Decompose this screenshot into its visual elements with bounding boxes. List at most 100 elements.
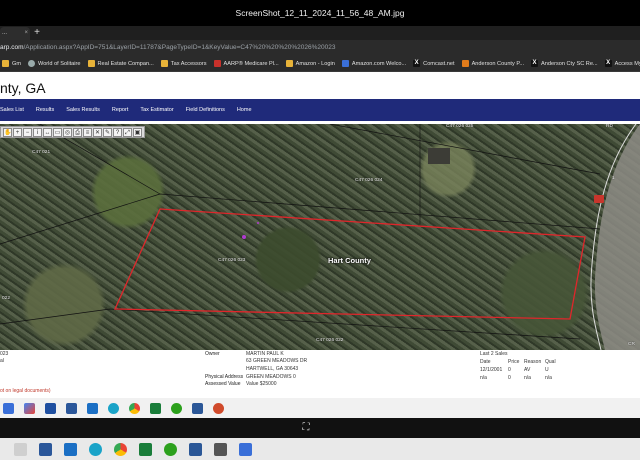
bookmark-label: Tax Accessors: [170, 60, 207, 67]
web-page: nty, GA Sales List Results Sales Results Re…: [0, 72, 640, 398]
bookmark-item[interactable]: X Anderson Cty SC Re...: [531, 60, 598, 67]
help-tool-icon[interactable]: ?: [113, 128, 122, 137]
close-tab-icon[interactable]: ×: [24, 27, 28, 40]
chrome-icon[interactable]: [129, 402, 140, 414]
sales-header-date: Date: [480, 359, 491, 365]
location-point: [242, 235, 246, 239]
physical-address-value: GREEN MEADOWS 0: [246, 374, 296, 380]
url-text[interactable]: arp.com/Application.aspx?AppID=751&Layer…: [0, 42, 335, 54]
owner-address-line2: HARTWELL, GA 30643: [246, 366, 299, 372]
url-path: /Application.aspx?AppID=751&LayerID=1178…: [23, 44, 336, 51]
edge-icon[interactable]: [108, 402, 119, 414]
identify-tool-icon[interactable]: i: [33, 128, 42, 137]
red-icon: [213, 60, 221, 67]
sales-header-reason: Reason: [524, 359, 542, 365]
word-icon[interactable]: [39, 442, 52, 456]
address-bar[interactable]: arp.com/Application.aspx?AppID=751&Layer…: [0, 40, 640, 56]
paint-icon[interactable]: [213, 402, 224, 414]
outlook-icon[interactable]: [87, 402, 98, 414]
bookmark-label: Amazon - Login: [295, 60, 335, 67]
window-icon[interactable]: [214, 442, 227, 456]
assessed-value: Value $25000: [246, 381, 277, 387]
outlook-icon[interactable]: [64, 442, 77, 456]
nav-item[interactable]: Results: [36, 107, 54, 113]
app-icon[interactable]: [192, 402, 203, 414]
bookmark-item[interactable]: Tax Accessors: [160, 60, 207, 67]
site-nav: Sales List Results Sales Results Report Tax …: [0, 99, 640, 121]
bookmark-item[interactable]: AARP® Medicare Pl...: [213, 60, 279, 67]
road-shape: [594, 124, 640, 350]
aerial-map[interactable]: ✋ + − i ↔ ▭ ◎ ⎙ ≡ ✕ ✎ ? ⤢ ▣ C47 026 025 …: [0, 124, 640, 350]
sales-row2-price: 0: [508, 375, 511, 381]
bookmark-item[interactable]: Gm: [2, 60, 21, 67]
class-fragment: al: [0, 358, 4, 364]
quickbooks-icon[interactable]: [164, 442, 177, 456]
parcel-label: C47 026 024: [355, 178, 383, 183]
nav-item[interactable]: Tax Estimator: [140, 107, 173, 113]
measure-tool-icon[interactable]: ↔: [43, 128, 52, 137]
markup-tool-icon[interactable]: ✎: [103, 128, 112, 137]
search-icon[interactable]: [14, 442, 27, 456]
legal-note: ot on legal documents): [0, 388, 51, 394]
bookmark-item[interactable]: XAccess My Account: [604, 60, 640, 67]
new-tab-button[interactable]: +: [31, 26, 43, 40]
bookmark-item[interactable]: Amazon.com Welco...: [341, 60, 406, 67]
sales-row1-price: 0: [508, 367, 511, 373]
bookmark-item[interactable]: Anderson County P...: [461, 60, 524, 67]
sales-title: Last 2 Sales: [480, 351, 508, 357]
print-tool-icon[interactable]: ⎙: [73, 128, 82, 137]
select-tool-icon[interactable]: ▭: [53, 128, 62, 137]
nav-item[interactable]: Report: [112, 107, 129, 113]
assessed-value-label: Assessed Value: [205, 381, 241, 387]
browser-tab[interactable]: ... ×: [0, 27, 30, 40]
parcel-label: C47 026 022: [316, 338, 344, 343]
window-icon[interactable]: [45, 402, 56, 414]
nav-item[interactable]: Field Definitions: [186, 107, 225, 113]
building-roof: [428, 148, 450, 164]
bookmark-item[interactable]: X Comcast.net: [413, 60, 455, 67]
parcel-label: C47 026 023: [218, 258, 246, 263]
bookmark-item[interactable]: Amazon - Login: [285, 60, 335, 67]
clear-tool-icon[interactable]: ✕: [93, 128, 102, 137]
bookmark-item[interactable]: World of Solitaire: [28, 60, 81, 67]
expand-icon[interactable]: ⛶: [300, 422, 312, 434]
app-icon[interactable]: [189, 442, 202, 456]
excel-icon[interactable]: [139, 442, 152, 456]
parcel-info-panel: 023 al ot on legal documents) Owner MART…: [0, 350, 640, 398]
folder-icon: [2, 60, 9, 67]
parcel-label: RD: [606, 124, 613, 129]
nav-item[interactable]: Sales List: [0, 107, 24, 113]
chrome-icon[interactable]: [114, 442, 127, 456]
owner-address-line1: 63 GREEN MEADOWS DR: [246, 358, 308, 364]
photos-icon[interactable]: [24, 402, 35, 414]
word-icon[interactable]: [66, 402, 77, 414]
zoom-out-tool-icon[interactable]: −: [23, 128, 32, 137]
fullscreen-tool-icon[interactable]: ⤢: [123, 128, 132, 137]
bookmark-label: Comcast.net: [423, 60, 455, 67]
bookmark-item[interactable]: Real Estate Compan...: [87, 60, 154, 67]
photos-icon[interactable]: [239, 442, 252, 456]
parcel-label: 1: [612, 176, 615, 181]
edge-icon[interactable]: [89, 442, 102, 456]
layers-tool-icon[interactable]: ≡: [83, 128, 92, 137]
location-point-small: [257, 222, 259, 224]
tab-strip: ... × +: [0, 26, 640, 40]
sales-header-qual: Qual: [545, 359, 556, 365]
buffer-tool-icon[interactable]: ◎: [63, 128, 72, 137]
sales-row2-qual: n/a: [545, 375, 552, 381]
overview-tool-icon[interactable]: ▣: [133, 128, 142, 137]
map-toolbar: ✋ + − i ↔ ▭ ◎ ⎙ ≡ ✕ ✎ ? ⤢ ▣: [0, 126, 145, 138]
pan-tool-icon[interactable]: ✋: [3, 128, 12, 137]
nav-item[interactable]: Sales Results: [66, 107, 100, 113]
blue-icon: [341, 60, 349, 67]
folder-icon: [160, 60, 168, 67]
sales-row1-date: 12/1/2001: [480, 367, 503, 373]
nav-item[interactable]: Home: [237, 107, 252, 113]
grey-icon: [28, 60, 36, 67]
excel-icon[interactable]: [150, 402, 161, 414]
zoom-in-tool-icon[interactable]: +: [13, 128, 22, 137]
bookmark-label: Gm: [12, 60, 22, 67]
bookmark-label: World of Solitaire: [38, 60, 81, 67]
file-explorer-icon[interactable]: [3, 402, 14, 414]
quickbooks-icon[interactable]: [171, 402, 182, 414]
